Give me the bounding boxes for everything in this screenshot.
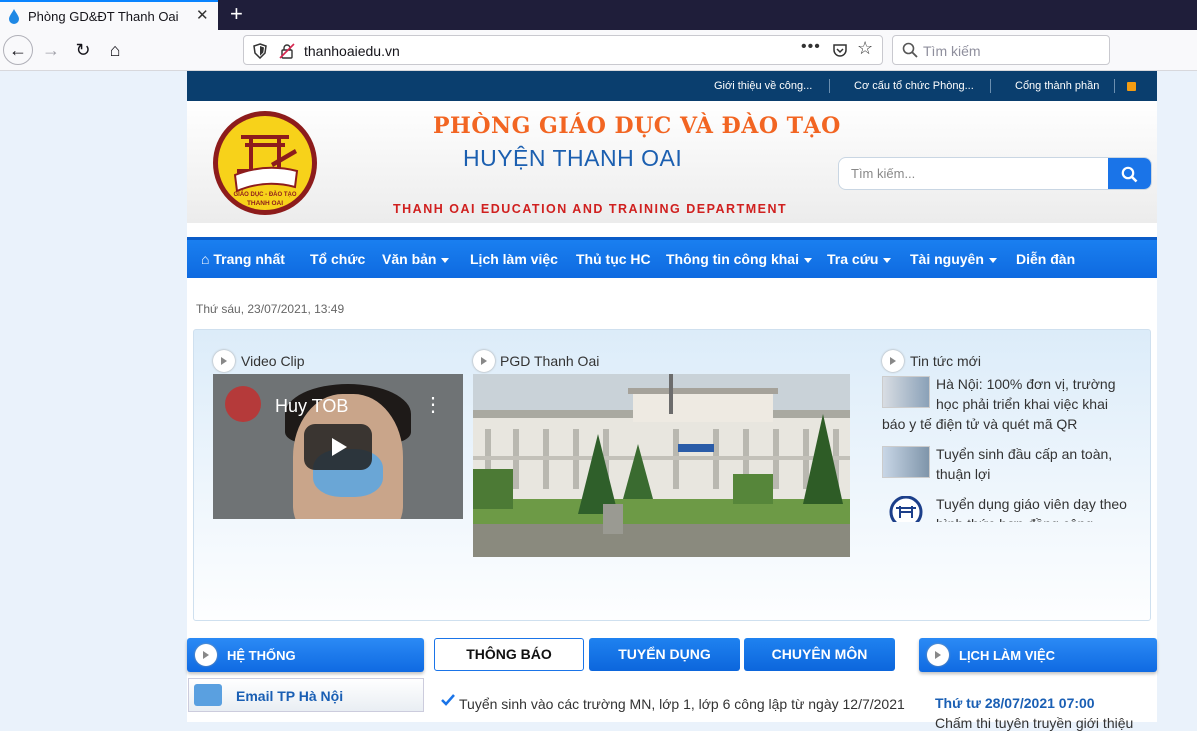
- caret-down-icon: [804, 257, 812, 263]
- news-thumbnail[interactable]: [882, 376, 930, 408]
- website-page: Giới thiệu về công... Cơ cấu tổ chức Phò…: [187, 71, 1157, 731]
- nav-item-tra-cuu[interactable]: Tra cứu: [827, 251, 892, 267]
- url-bar[interactable]: thanhoaiedu.vn ••• ☆: [243, 35, 883, 65]
- top-links-bar: Giới thiệu về công... Cơ cấu tổ chức Phò…: [187, 71, 1157, 101]
- svg-text:GIÁO DỤC - ĐÀO TẠO: GIÁO DỤC - ĐÀO TẠO: [234, 191, 297, 198]
- notice-link[interactable]: Tuyển sinh vào các trường MN, lớp 1, lớp…: [459, 696, 905, 712]
- browser-tab-bar: Phòng GD&ĐT Thanh Oai ✕ +: [0, 0, 1197, 30]
- nav-item-label: Tài nguyên: [910, 251, 984, 267]
- channel-avatar[interactable]: [225, 386, 261, 422]
- section-bullet-icon: [213, 350, 235, 372]
- news-item[interactable]: Tuyển dụng giáo viên dạy theo hình thức …: [882, 494, 1132, 522]
- school-building-photo[interactable]: [473, 374, 850, 557]
- tab-chuyen-mon[interactable]: CHUYÊN MÔN: [744, 638, 895, 671]
- banner-title-line3: THANH OAI EDUCATION AND TRAINING DEPARTM…: [393, 202, 788, 216]
- news-title[interactable]: Tuyển dụng giáo viên dạy theo hình thức …: [936, 496, 1127, 522]
- nav-item-trang-nhat[interactable]: ⌂ Trang nhất: [201, 251, 285, 267]
- news-title[interactable]: Tuyển sinh đầu cấp an toàn, thuận lợi: [936, 446, 1112, 482]
- nav-item-dien-dan[interactable]: Diễn đàn: [1016, 251, 1075, 267]
- browser-search-placeholder: Tìm kiếm: [923, 43, 981, 59]
- news-item[interactable]: Hà Nội: 100% đơn vị, trường học phải tri…: [882, 374, 1132, 434]
- section-header-label: LỊCH LÀM VIỆC: [959, 648, 1056, 663]
- tab-thong-bao[interactable]: THÔNG BÁO: [434, 638, 584, 671]
- caret-down-icon: [988, 257, 997, 263]
- tab-title: Phòng GD&ĐT Thanh Oai: [28, 9, 179, 24]
- current-datetime: Thứ sáu, 23/07/2021, 13:49: [196, 302, 345, 316]
- tab-close-icon[interactable]: ✕: [196, 6, 209, 24]
- search-icon: [1121, 166, 1138, 183]
- nav-item-label: Trang nhất: [213, 251, 285, 267]
- rss-icon[interactable]: [1127, 82, 1136, 91]
- top-link-divider: [990, 79, 991, 93]
- schedule-item[interactable]: Chấm thi tuyên truyền giới thiệu: [935, 715, 1133, 731]
- featured-panel: Video Clip Huy TOB ⋮ PGD Thanh Oai Tin t…: [193, 329, 1151, 621]
- nav-item-tai-nguyen[interactable]: Tài nguyên: [910, 251, 997, 267]
- section-header-he-thong: HỆ THỐNG: [187, 638, 424, 672]
- more-options-icon[interactable]: ⋮: [423, 392, 443, 417]
- section-bullet-icon: [195, 644, 217, 666]
- svg-text:THANH OAI: THANH OAI: [247, 200, 283, 207]
- section-bullet-icon: [473, 350, 495, 372]
- site-banner: GIÁO DỤC - ĐÀO TẠO THANH OAI PHÒNG GIÁO …: [187, 101, 1157, 223]
- forward-button[interactable]: →: [36, 35, 66, 65]
- caret-down-icon: [883, 257, 892, 263]
- shield-icon[interactable]: [253, 43, 267, 59]
- nav-item-lich-lam-viec[interactable]: Lịch làm việc: [470, 251, 558, 267]
- browser-tab[interactable]: Phòng GD&ĐT Thanh Oai ✕: [0, 0, 218, 30]
- video-heading: Video Clip: [241, 353, 305, 369]
- browser-search-field[interactable]: Tìm kiếm: [892, 35, 1110, 65]
- reload-button[interactable]: ↻: [68, 35, 98, 65]
- news-thumbnail[interactable]: [882, 496, 930, 522]
- email-link-label[interactable]: Email TP Hà Nội: [236, 688, 343, 704]
- top-link-divider: [829, 79, 830, 93]
- url-text[interactable]: thanhoaiedu.vn: [304, 43, 400, 59]
- email-icon: [194, 684, 222, 706]
- play-button[interactable]: [304, 424, 372, 470]
- bookmark-star-icon[interactable]: ☆: [857, 38, 873, 59]
- pocket-icon[interactable]: [832, 42, 848, 58]
- home-button[interactable]: ⌂: [100, 35, 130, 65]
- nav-item-label: Tra cứu: [827, 251, 879, 267]
- droplet-favicon-icon: [9, 9, 19, 24]
- nav-item-label: Thông tin công khai: [666, 251, 799, 267]
- nav-item-label: Văn bản: [382, 251, 437, 267]
- news-thumbnail[interactable]: [882, 446, 930, 478]
- new-tab-icon[interactable]: +: [230, 1, 243, 27]
- section-header-label: HỆ THỐNG: [227, 648, 296, 663]
- top-link-gioi-thieu[interactable]: Giới thiệu về công...: [714, 80, 812, 92]
- caret-down-icon: [441, 257, 450, 263]
- search-icon: [902, 42, 918, 58]
- banner-title-line2: HUYỆN THANH OAI: [463, 145, 683, 171]
- site-search-input[interactable]: Tìm kiếm...: [838, 157, 1152, 190]
- top-link-co-cau[interactable]: Cơ cấu tổ chức Phòng...: [854, 80, 974, 92]
- news-heading: Tin tức mới: [910, 353, 981, 369]
- page-actions-icon[interactable]: •••: [801, 38, 821, 56]
- insecure-lock-icon[interactable]: [279, 43, 295, 59]
- site-search-button[interactable]: [1108, 158, 1151, 189]
- schedule-date[interactable]: Thứ tư 28/07/2021 07:00: [935, 695, 1095, 711]
- nav-item-thong-tin-cong-khai[interactable]: Thông tin công khai: [666, 251, 812, 267]
- department-logo[interactable]: GIÁO DỤC - ĐÀO TẠO THANH OAI: [211, 109, 319, 217]
- link-email-tp-ha-noi[interactable]: Email TP Hà Nội: [188, 678, 424, 712]
- banner-title-line1: PHÒNG GIÁO DỤC VÀ ĐÀO TẠO: [433, 113, 841, 139]
- photo-heading: PGD Thanh Oai: [500, 353, 600, 369]
- site-search-placeholder: Tìm kiếm...: [851, 166, 916, 181]
- tab-tuyen-dung[interactable]: TUYỂN DỤNG: [589, 638, 740, 671]
- video-player[interactable]: Huy TOB ⋮: [213, 374, 463, 519]
- video-title[interactable]: Huy TOB: [275, 396, 348, 417]
- nav-item-thu-tuc-hc[interactable]: Thủ tục HC: [576, 251, 651, 267]
- checkmark-icon: [441, 694, 455, 706]
- home-icon: ⌂: [201, 251, 210, 267]
- main-navigation: ⌂ Trang nhất Tổ chức Văn bản Lịch làm vi…: [187, 237, 1157, 278]
- section-bullet-icon: [882, 350, 904, 372]
- section-bullet-icon: [927, 644, 949, 666]
- top-link-divider: [1114, 79, 1115, 93]
- nav-item-van-ban[interactable]: Văn bản: [382, 251, 450, 267]
- back-button[interactable]: ←: [3, 35, 33, 65]
- news-item[interactable]: Tuyển sinh đầu cấp an toàn, thuận lợi: [882, 444, 1132, 484]
- section-header-lich-lam-viec: LỊCH LÀM VIỆC: [919, 638, 1157, 672]
- top-link-cong-thanh-phan[interactable]: Cổng thành phần: [1015, 80, 1099, 92]
- nav-item-to-chuc[interactable]: Tổ chức: [310, 251, 365, 267]
- browser-toolbar: ← → ↻ ⌂ thanhoaiedu.vn ••• ☆ Tìm kiếm: [0, 30, 1197, 71]
